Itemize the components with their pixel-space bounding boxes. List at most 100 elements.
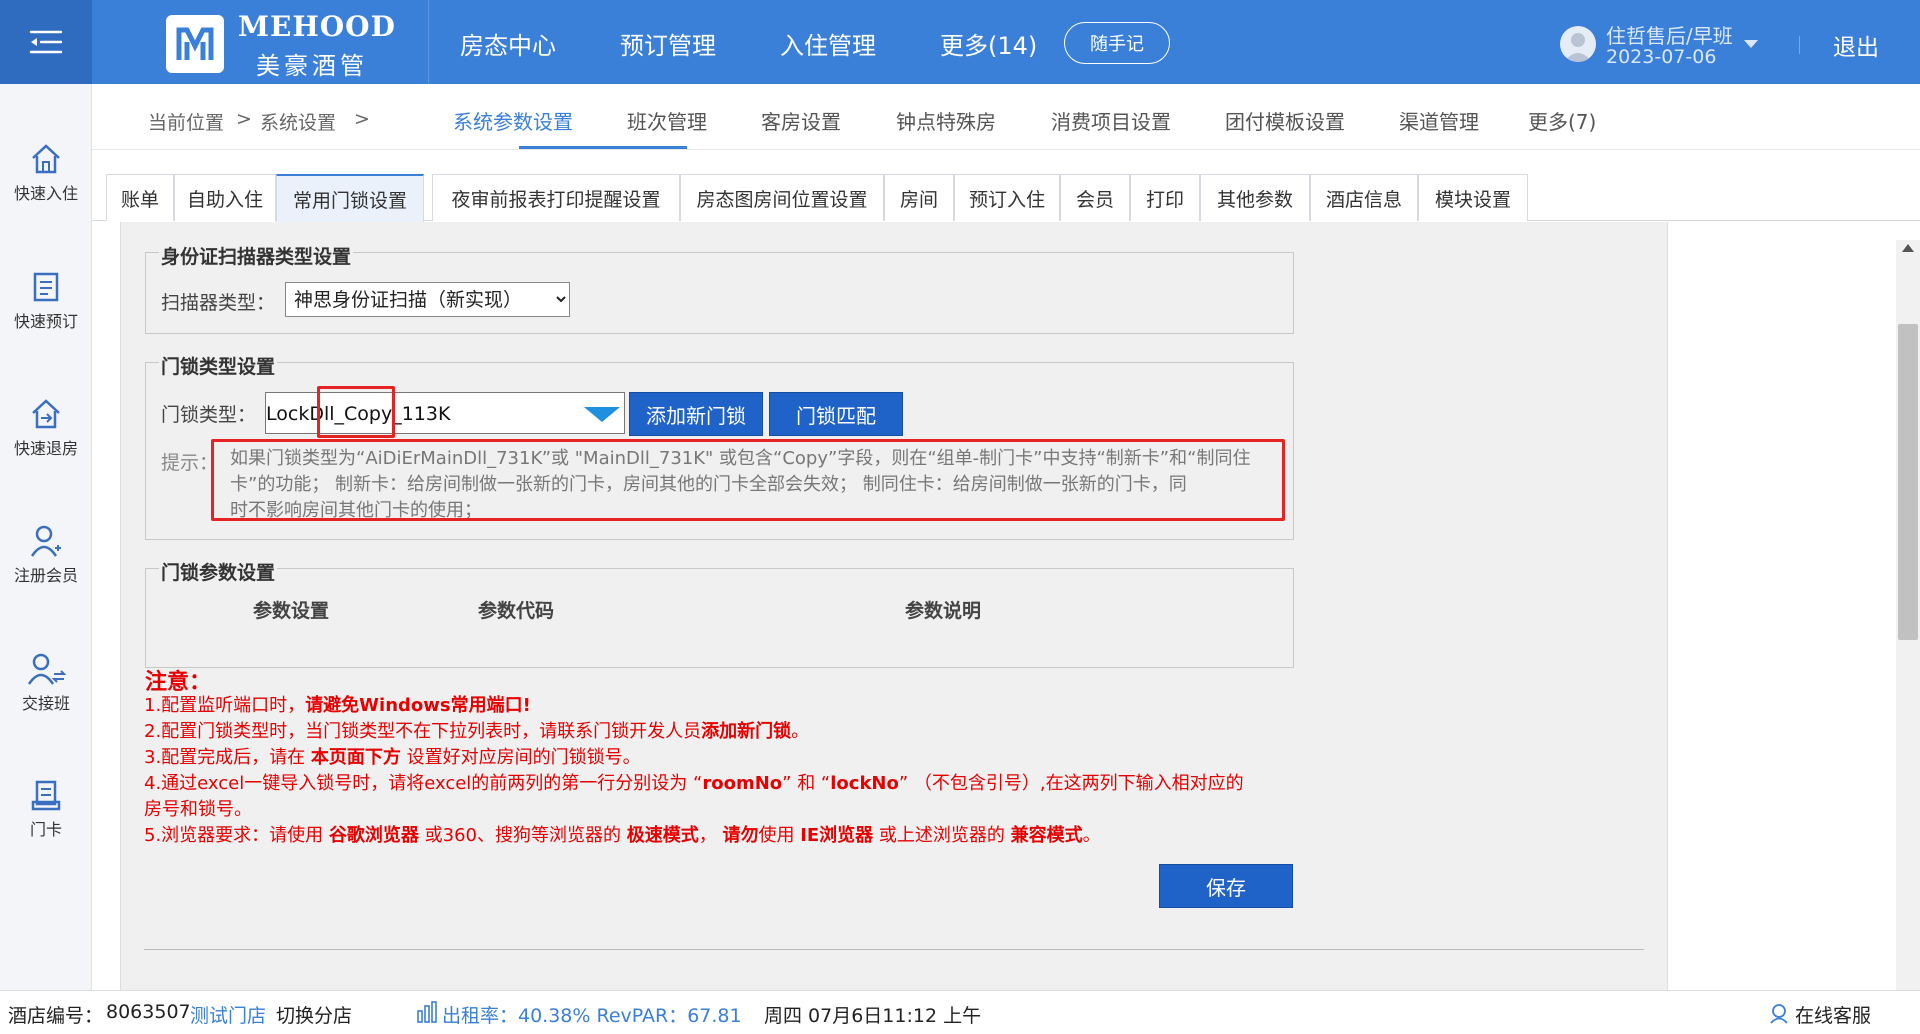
chevron-down-icon[interactable] (1744, 40, 1758, 48)
hint-highlight-box (211, 439, 1285, 521)
scrollbar-thumb[interactable] (1898, 324, 1918, 640)
tab-member[interactable]: 会员 (1060, 174, 1130, 221)
col-header-description: 参数说明 (905, 600, 982, 622)
save-button[interactable]: 保存 (1159, 864, 1293, 908)
notice-title: 注意： (145, 670, 212, 695)
user-add-icon (30, 525, 61, 557)
sidebar-item-label: 门卡 (29, 820, 62, 839)
divider (1799, 36, 1800, 54)
nav-booking[interactable]: 预订管理 (620, 26, 716, 61)
home-icon (32, 144, 60, 174)
switch-store-link[interactable]: 切换分店 (276, 1001, 352, 1028)
notice-emphasis: 请避免Windows常用端口! (305, 695, 531, 716)
current-datetime: 周四 07月6日11:12 上午 (764, 1005, 982, 1027)
tab-booking-checkin[interactable]: 预订入住 (954, 174, 1060, 221)
sidebar-item-quick-checkout[interactable]: 快速退房 (0, 397, 92, 489)
memo-button[interactable]: 随手记 (1064, 22, 1170, 64)
customer-service-icon[interactable] (1768, 1002, 1790, 1024)
subtab-consumption[interactable]: 消费项目设置 (1051, 106, 1171, 135)
notice-text: 4.通过excel一键导入锁号时，请将excel的前两列的第一行分别设为 “ (144, 773, 703, 794)
subtab-shift[interactable]: 班次管理 (627, 106, 707, 135)
tab-door-lock[interactable]: 常用门锁设置 (276, 174, 424, 222)
settings-panel: 身份证扫描器类型设置 扫描器类型： 神思身份证扫描（新实现） 门锁类型设置 门锁… (120, 222, 1668, 990)
notice-line-4: 4.通过excel一键导入锁号时，请将excel的前两列的第一行分别设为 “ro… (144, 771, 1244, 797)
notice-text: 设置好对应房间的门锁锁号。 (400, 747, 641, 768)
nav-room-status[interactable]: 房态中心 (460, 26, 556, 61)
notice-text: 或360、搜狗等浏览器的 (418, 825, 627, 846)
avatar[interactable] (1560, 26, 1596, 62)
user-date: 2023-07-06 (1606, 46, 1717, 68)
add-lock-button[interactable]: 添加新门锁 (629, 392, 763, 436)
tab-self-checkin[interactable]: 自助入住 (174, 174, 276, 221)
sidebar-item-label: 交接班 (21, 694, 70, 713)
notice-text: 5.浏览器要求：请使用 (144, 825, 329, 846)
lock-type-label: 门锁类型： (161, 404, 257, 426)
notice-text: 。 (1082, 825, 1101, 846)
brand-name-cn: 美豪酒管 (256, 52, 368, 80)
sidebar-item-shift-handover[interactable]: 交接班 (0, 652, 92, 744)
notice-text: 3.配置完成后，请在 (144, 747, 311, 768)
breadcrumb-separator: > (236, 108, 252, 130)
hint-label: 提示： (161, 452, 219, 474)
hotel-id: 8063507 (106, 1001, 191, 1023)
notice-emphasis: IE浏览器 (800, 825, 874, 846)
notice-line-3: 3.配置完成后，请在 本页面下方 设置好对应房间的门锁锁号。 (144, 745, 641, 771)
sidebar-item-quick-booking[interactable]: 快速预订 (0, 270, 92, 362)
tab-night-audit[interactable]: 夜审前报表打印提醒设置 (432, 174, 680, 221)
sidebar-item-register-member[interactable]: 注册会员 (0, 524, 92, 616)
status-bar: 酒店编号： 8063507 测试门店 切换分店 出租率：40.38% RevPA… (0, 990, 1920, 1034)
col-header-code: 参数代码 (478, 600, 555, 622)
nav-more[interactable]: 更多(14) (940, 26, 1037, 61)
nav-checkin[interactable]: 入住管理 (780, 26, 876, 61)
notice-text: 1.配置监听端口时， (144, 695, 306, 716)
notice-text: ” 和 “ (782, 773, 831, 794)
tab-room[interactable]: 房间 (884, 174, 954, 221)
brand-logo (166, 15, 224, 73)
subtab-system-params[interactable]: 系统参数设置 (453, 106, 573, 135)
menu-toggle-icon[interactable] (0, 0, 92, 84)
tab-module-settings[interactable]: 模块设置 (1418, 174, 1528, 221)
params-legend: 门锁参数设置 (159, 558, 278, 585)
sidebar-item-door-card[interactable]: 门卡 (0, 778, 92, 870)
breadcrumb-section[interactable]: 系统设置 (260, 108, 336, 135)
copy-highlight-box (317, 386, 395, 438)
subtab-group-template[interactable]: 团付模板设置 (1225, 106, 1345, 135)
top-bar: MEHOOD 美豪酒管 房态中心 预订管理 入住管理 更多(14) 随手记 住哲… (0, 0, 1920, 84)
active-tab-indicator (519, 146, 687, 149)
settings-tabs: 账单 自助入住 常用门锁设置 夜审前报表打印提醒设置 房态图房间位置设置 房间 … (92, 150, 1920, 222)
user-name: 住哲售后/早班 (1606, 24, 1733, 48)
store-name[interactable]: 测试门店 (190, 1001, 266, 1028)
notice-line-4b: 房号和锁号。 (144, 799, 252, 820)
sidebar-item-label: 快速入住 (13, 184, 78, 203)
scanner-type-select[interactable]: 神思身份证扫描（新实现） (285, 282, 570, 317)
tab-print[interactable]: 打印 (1130, 174, 1200, 221)
tab-bill[interactable]: 账单 (106, 174, 174, 221)
occupancy-stats: 出租率：40.38% RevPAR：67.81 (442, 1005, 742, 1027)
sidebar-item-quick-checkin[interactable]: 快速入住 (0, 142, 92, 234)
online-service-link[interactable]: 在线客服 (1795, 1001, 1871, 1028)
notice-text: ” （不包含引号）,在这两列下输入相对应的 (898, 773, 1244, 794)
subtab-room-settings[interactable]: 客房设置 (761, 106, 841, 135)
scroll-up-icon[interactable] (1902, 244, 1914, 252)
subtab-channels[interactable]: 渠道管理 (1399, 106, 1479, 135)
notice-emphasis: roomNo (702, 773, 783, 794)
sidebar-item-label: 快速退房 (13, 439, 78, 458)
notice-emphasis: 极速模式 (626, 825, 699, 846)
chevron-down-icon (584, 407, 620, 422)
brand-name-en: MEHOOD (238, 10, 396, 43)
sub-nav: 当前位置 > 系统设置 > 系统参数设置 班次管理 客房设置 钟点特殊房 消费项… (92, 84, 1920, 150)
logout-button[interactable]: 退出 (1833, 28, 1879, 62)
scanner-label: 扫描器类型： (161, 292, 276, 314)
document-icon (33, 272, 59, 302)
notice-line-5: 5.浏览器要求：请使用 谷歌浏览器 或360、搜狗等浏览器的 极速模式， 请勿使… (144, 823, 1101, 849)
notice-line-2: 2.配置门锁类型时，当门锁类型不在下拉列表时，请联系门锁开发人员添加新门锁。 (144, 719, 809, 745)
tab-hotel-info[interactable]: 酒店信息 (1310, 174, 1418, 221)
notice-emphasis: 兼容模式 (1010, 825, 1083, 846)
checkout-icon (32, 399, 60, 429)
subtab-more[interactable]: 更多(7) (1528, 106, 1596, 135)
tab-other-params[interactable]: 其他参数 (1200, 174, 1310, 221)
subtab-hourly-room[interactable]: 钟点特殊房 (896, 106, 996, 135)
notice-line-1: 1.配置监听端口时，请避免Windows常用端口! (144, 693, 531, 719)
tab-room-map[interactable]: 房态图房间位置设置 (680, 174, 884, 221)
lock-match-button[interactable]: 门锁匹配 (769, 392, 903, 436)
